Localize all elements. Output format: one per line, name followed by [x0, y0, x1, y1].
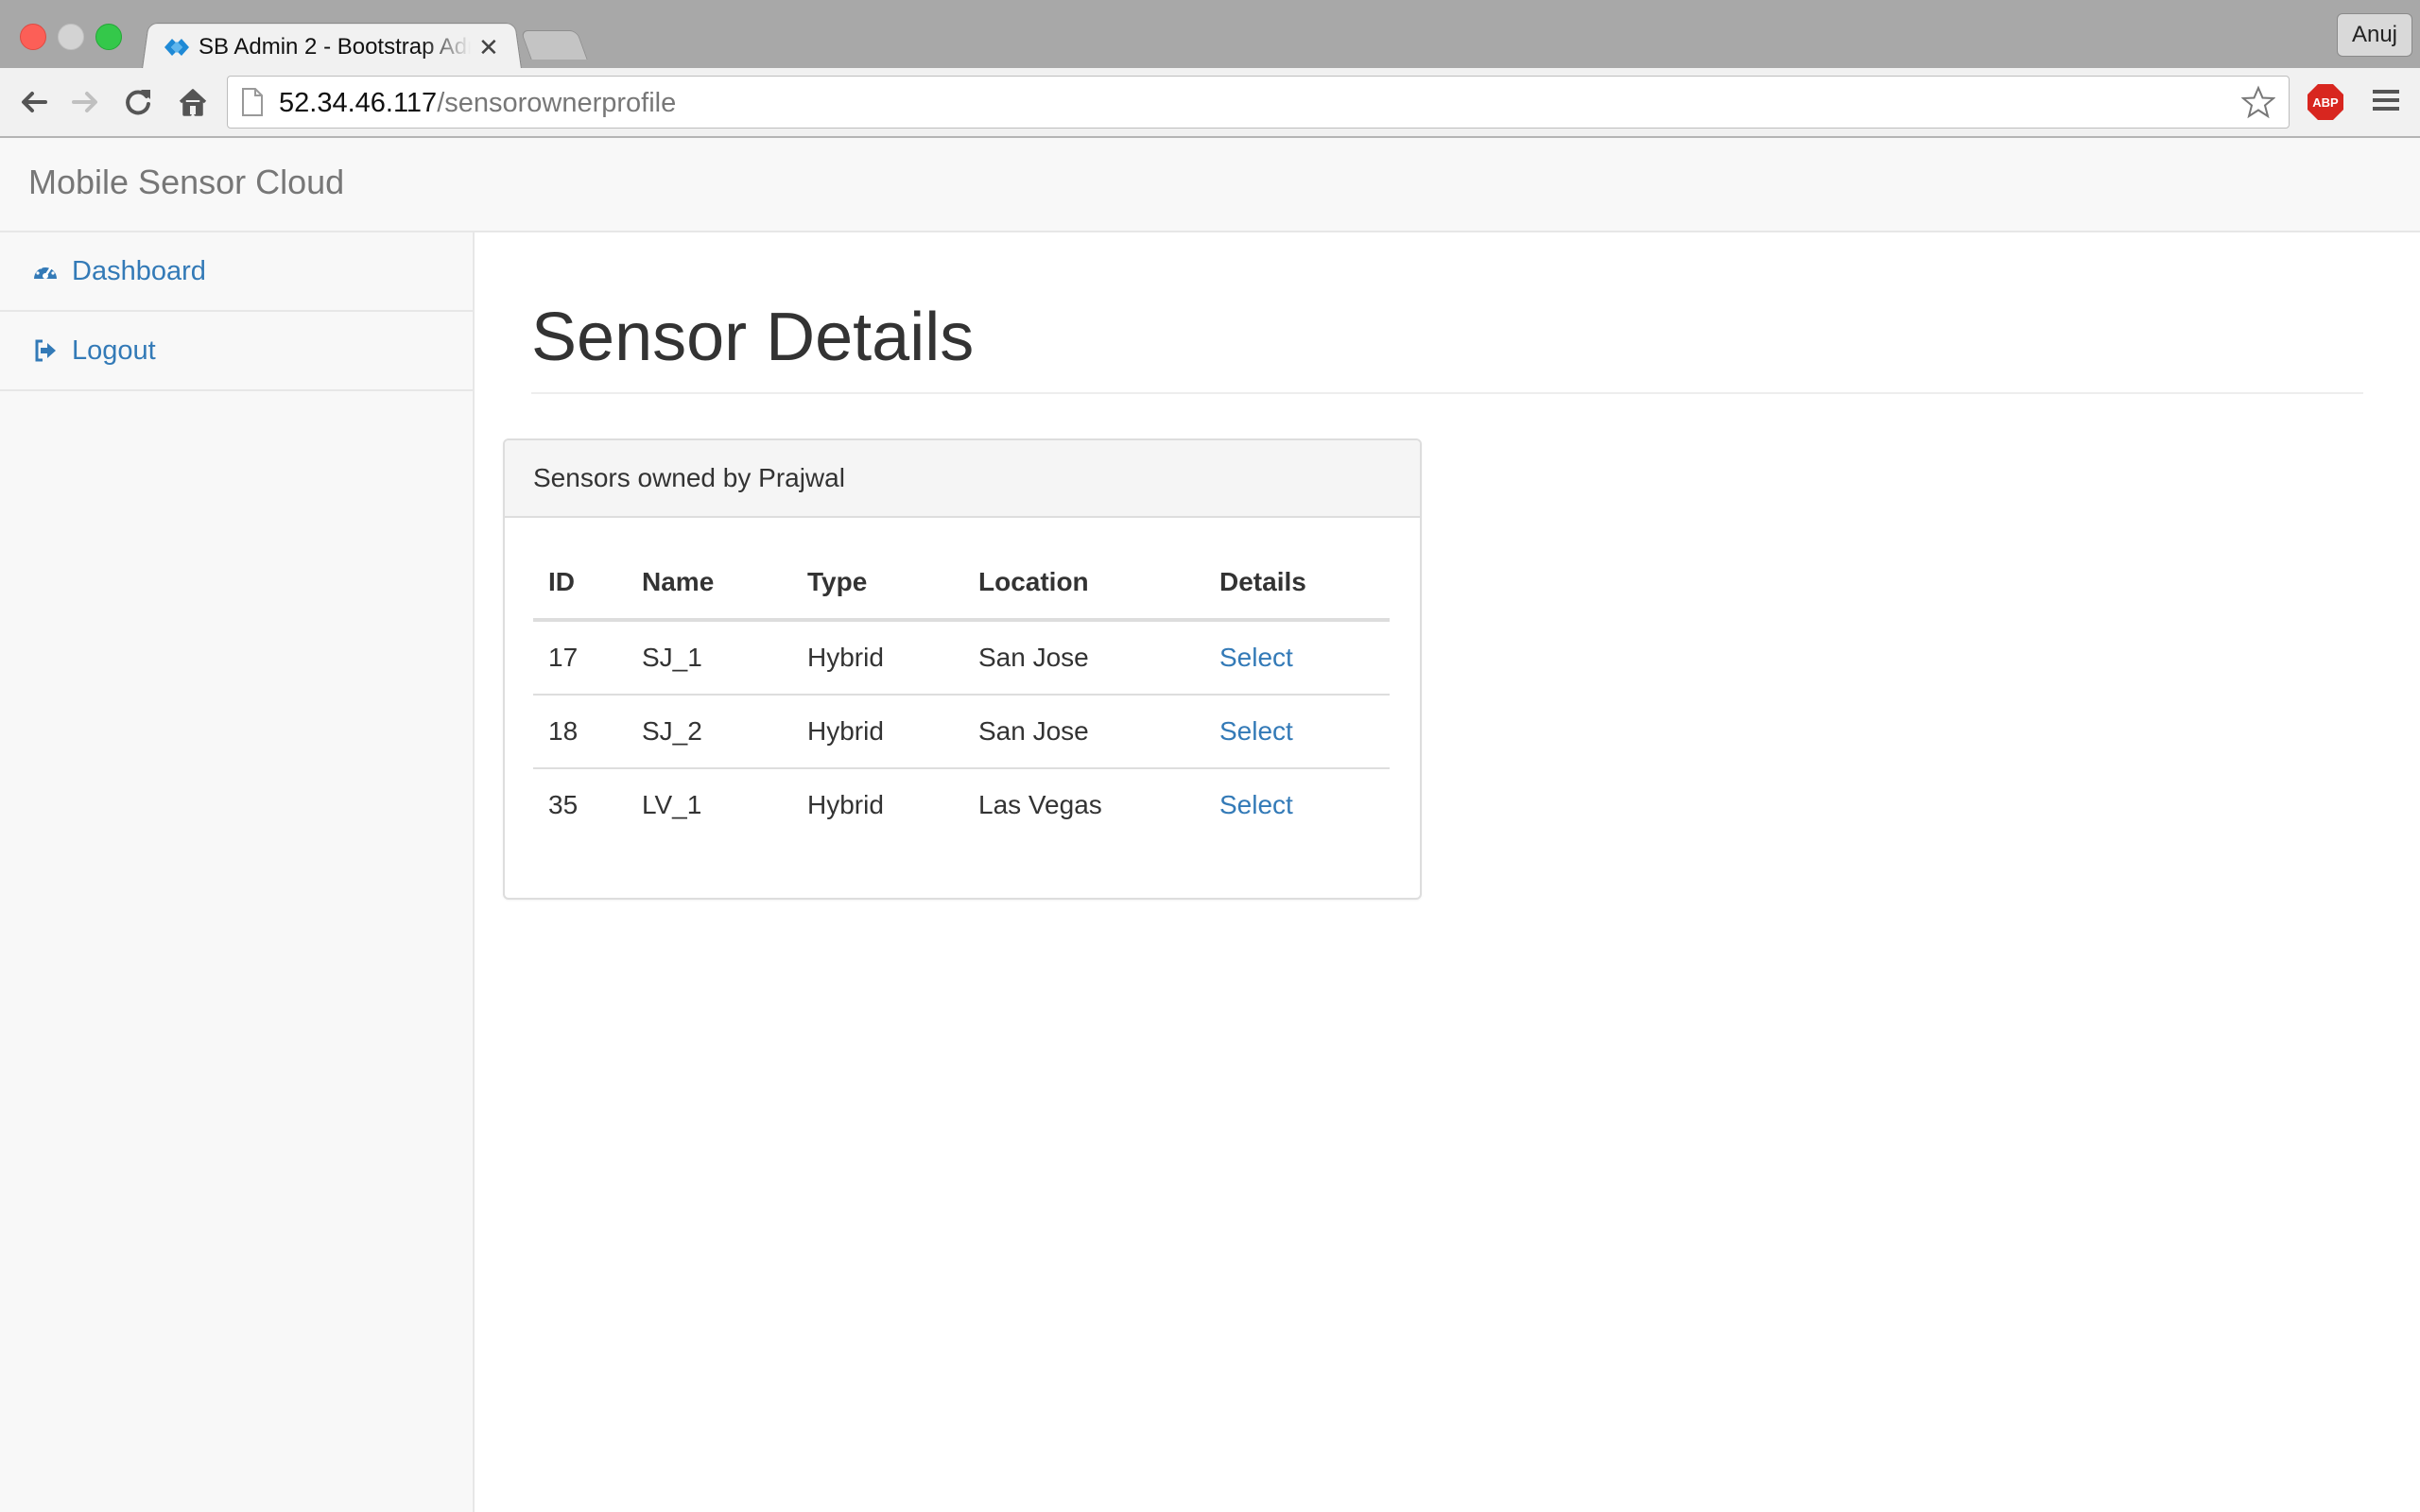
brand-link[interactable]: Mobile Sensor Cloud [28, 163, 344, 202]
sidebar-item-label: Dashboard [72, 255, 206, 286]
home-icon[interactable] [176, 85, 210, 119]
panel-body: ID Name Type Location Details 17 SJ_1 Hy… [505, 518, 1420, 841]
svg-text:ABP: ABP [2312, 95, 2339, 110]
url-path: /sensorownerprofile [437, 88, 677, 118]
sidebar-item-dashboard[interactable]: Dashboard [0, 232, 473, 312]
tab-title: SB Admin 2 - Bootstrap Admin Theme [199, 34, 471, 60]
sensors-table: ID Name Type Location Details 17 SJ_1 Hy… [533, 546, 1390, 841]
column-header-id: ID [533, 546, 627, 622]
cell-id: 17 [548, 643, 579, 672]
select-link[interactable]: Select [1219, 643, 1293, 672]
hamburger-menu-icon[interactable] [2371, 85, 2401, 115]
app-navbar: Mobile Sensor Cloud [0, 138, 2420, 232]
column-header-type: Type [792, 546, 963, 622]
cell-name: LV_1 [627, 767, 792, 841]
cell-id: 35 [533, 767, 627, 841]
table-row: 35 LV_1 Hybrid Las Vegas Select [533, 767, 1390, 841]
sensors-panel: Sensors owned by Prajwal ID Name Type Lo… [503, 438, 1422, 900]
cell-details: Select [1204, 620, 1390, 695]
url-host: 52.34.46.117 [279, 88, 438, 118]
minimize-window-button[interactable] [58, 24, 84, 50]
tab-close-icon[interactable]: ✕ [478, 35, 499, 60]
cell-type: Hybrid [792, 694, 963, 768]
cell-type: Hybrid [807, 643, 884, 672]
cell-details: Select [1204, 694, 1390, 768]
url-text[interactable]: 52.34.46.117/sensorownerprofile [279, 88, 676, 119]
sign-out-icon [35, 339, 56, 362]
column-header-details: Details [1204, 546, 1390, 622]
table-row: 18 SJ_2 Hybrid San Jose Select [533, 694, 1390, 768]
browser-titlebar: SB Admin 2 - Bootstrap Admin Theme ✕ Anu… [0, 0, 2420, 69]
cell-type: Hybrid [792, 767, 963, 841]
cell-name: SJ_1 [642, 643, 702, 672]
address-bar[interactable]: 52.34.46.117/sensorownerprofile [227, 76, 2290, 129]
reload-icon[interactable] [121, 85, 155, 119]
adblock-plus-icon[interactable]: ABP [2307, 83, 2344, 121]
back-arrow-icon[interactable] [17, 85, 51, 119]
page-icon [242, 88, 263, 116]
dashboard-icon [34, 264, 57, 279]
profile-button[interactable]: Anuj [2337, 13, 2412, 57]
sidebar: Dashboard Logout [0, 232, 475, 1512]
new-tab-button[interactable] [520, 30, 588, 60]
cell-location: San Jose [963, 694, 1204, 768]
forward-arrow-icon[interactable] [68, 85, 102, 119]
cell-name: SJ_2 [627, 694, 792, 768]
table-row: 17 SJ_1 Hybrid San Jose Select [533, 620, 1390, 695]
select-link[interactable]: Select [1219, 716, 1293, 746]
close-window-button[interactable] [20, 24, 46, 50]
sidebar-item-logout[interactable]: Logout [0, 312, 473, 391]
cell-id: 18 [533, 694, 627, 768]
browser-toolbar: 52.34.46.117/sensorownerprofile ABP [0, 68, 2420, 138]
bootstrap-favicon-icon [164, 39, 189, 56]
column-header-name: Name [627, 546, 792, 622]
page-title: Sensor Details [531, 300, 975, 375]
cell-location: Las Vegas [963, 767, 1204, 841]
bookmark-star-icon[interactable] [2241, 85, 2275, 119]
cell-location: San Jose [978, 643, 1089, 672]
select-link[interactable]: Select [1219, 790, 1293, 819]
column-header-location: Location [963, 546, 1204, 622]
sidebar-item-label: Logout [72, 335, 156, 366]
browser-tab-content[interactable]: SB Admin 2 - Bootstrap Admin Theme ✕ [163, 28, 503, 66]
page-header: Sensor Details [531, 300, 2363, 395]
cell-details: Select [1204, 767, 1390, 841]
panel-heading: Sensors owned by Prajwal [505, 440, 1420, 518]
table-header-row: ID Name Type Location Details [533, 546, 1390, 622]
zoom-window-button[interactable] [95, 24, 122, 50]
